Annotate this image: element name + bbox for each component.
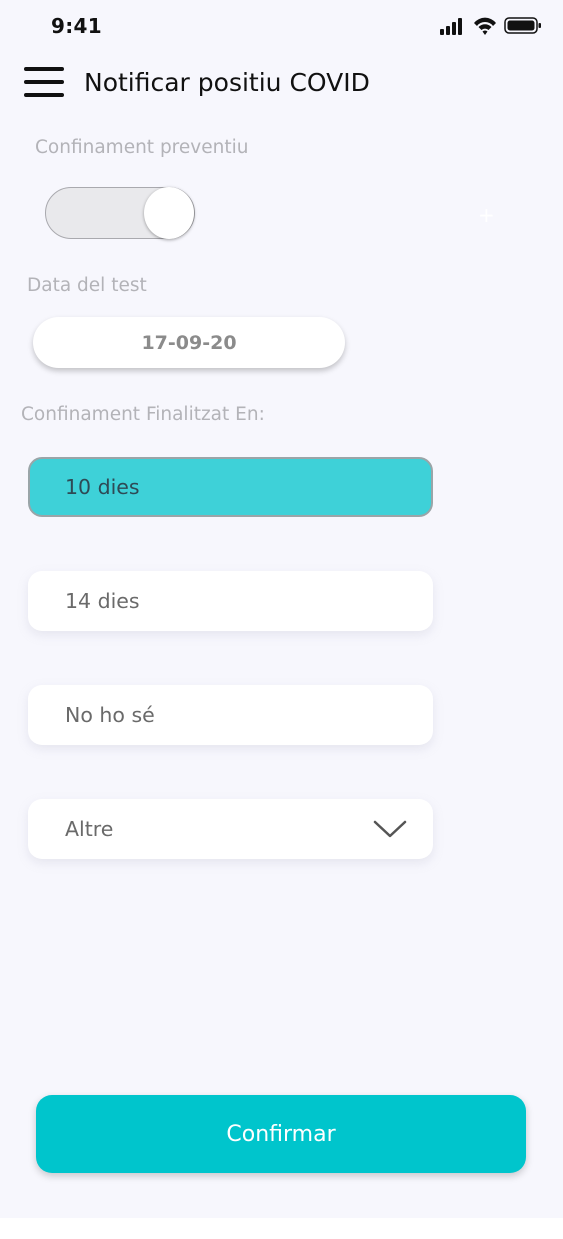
option-label: No ho sé <box>65 703 155 727</box>
chevron-down-icon <box>373 820 407 838</box>
hamburger-menu-icon[interactable] <box>24 66 64 100</box>
option-14-days[interactable]: 14 dies <box>28 571 433 631</box>
test-date-field[interactable]: 17-09-20 <box>33 317 345 368</box>
option-unknown[interactable]: No ho sé <box>28 685 433 745</box>
status-time: 9:41 <box>51 14 102 38</box>
wifi-icon <box>474 17 496 35</box>
status-icons <box>440 14 542 38</box>
preventive-confinement-toggle[interactable] <box>45 187 195 239</box>
battery-icon <box>504 17 541 34</box>
option-label: 10 dies <box>65 475 140 499</box>
status-icons-svg <box>440 17 541 35</box>
option-label: 14 dies <box>65 589 140 613</box>
cellular-signal-icon <box>440 18 462 35</box>
option-label: Altre <box>65 817 114 841</box>
option-10-days[interactable]: 10 dies <box>28 457 433 517</box>
page-title: Notificar positiu COVID <box>84 68 370 97</box>
app-screen: 9:41 Notificar positiu COVID Confinament… <box>0 0 563 1218</box>
test-date-label: Data del test <box>27 275 147 296</box>
toggle-knob <box>144 187 194 239</box>
confirm-button[interactable]: Confirmar <box>36 1095 526 1173</box>
confinement-end-label: Confinament Finalitzat En: <box>21 404 265 425</box>
plus-icon: + <box>478 203 495 227</box>
option-other-dropdown[interactable]: Altre <box>28 799 433 859</box>
preventive-confinement-label: Confinament preventiu <box>35 137 249 158</box>
